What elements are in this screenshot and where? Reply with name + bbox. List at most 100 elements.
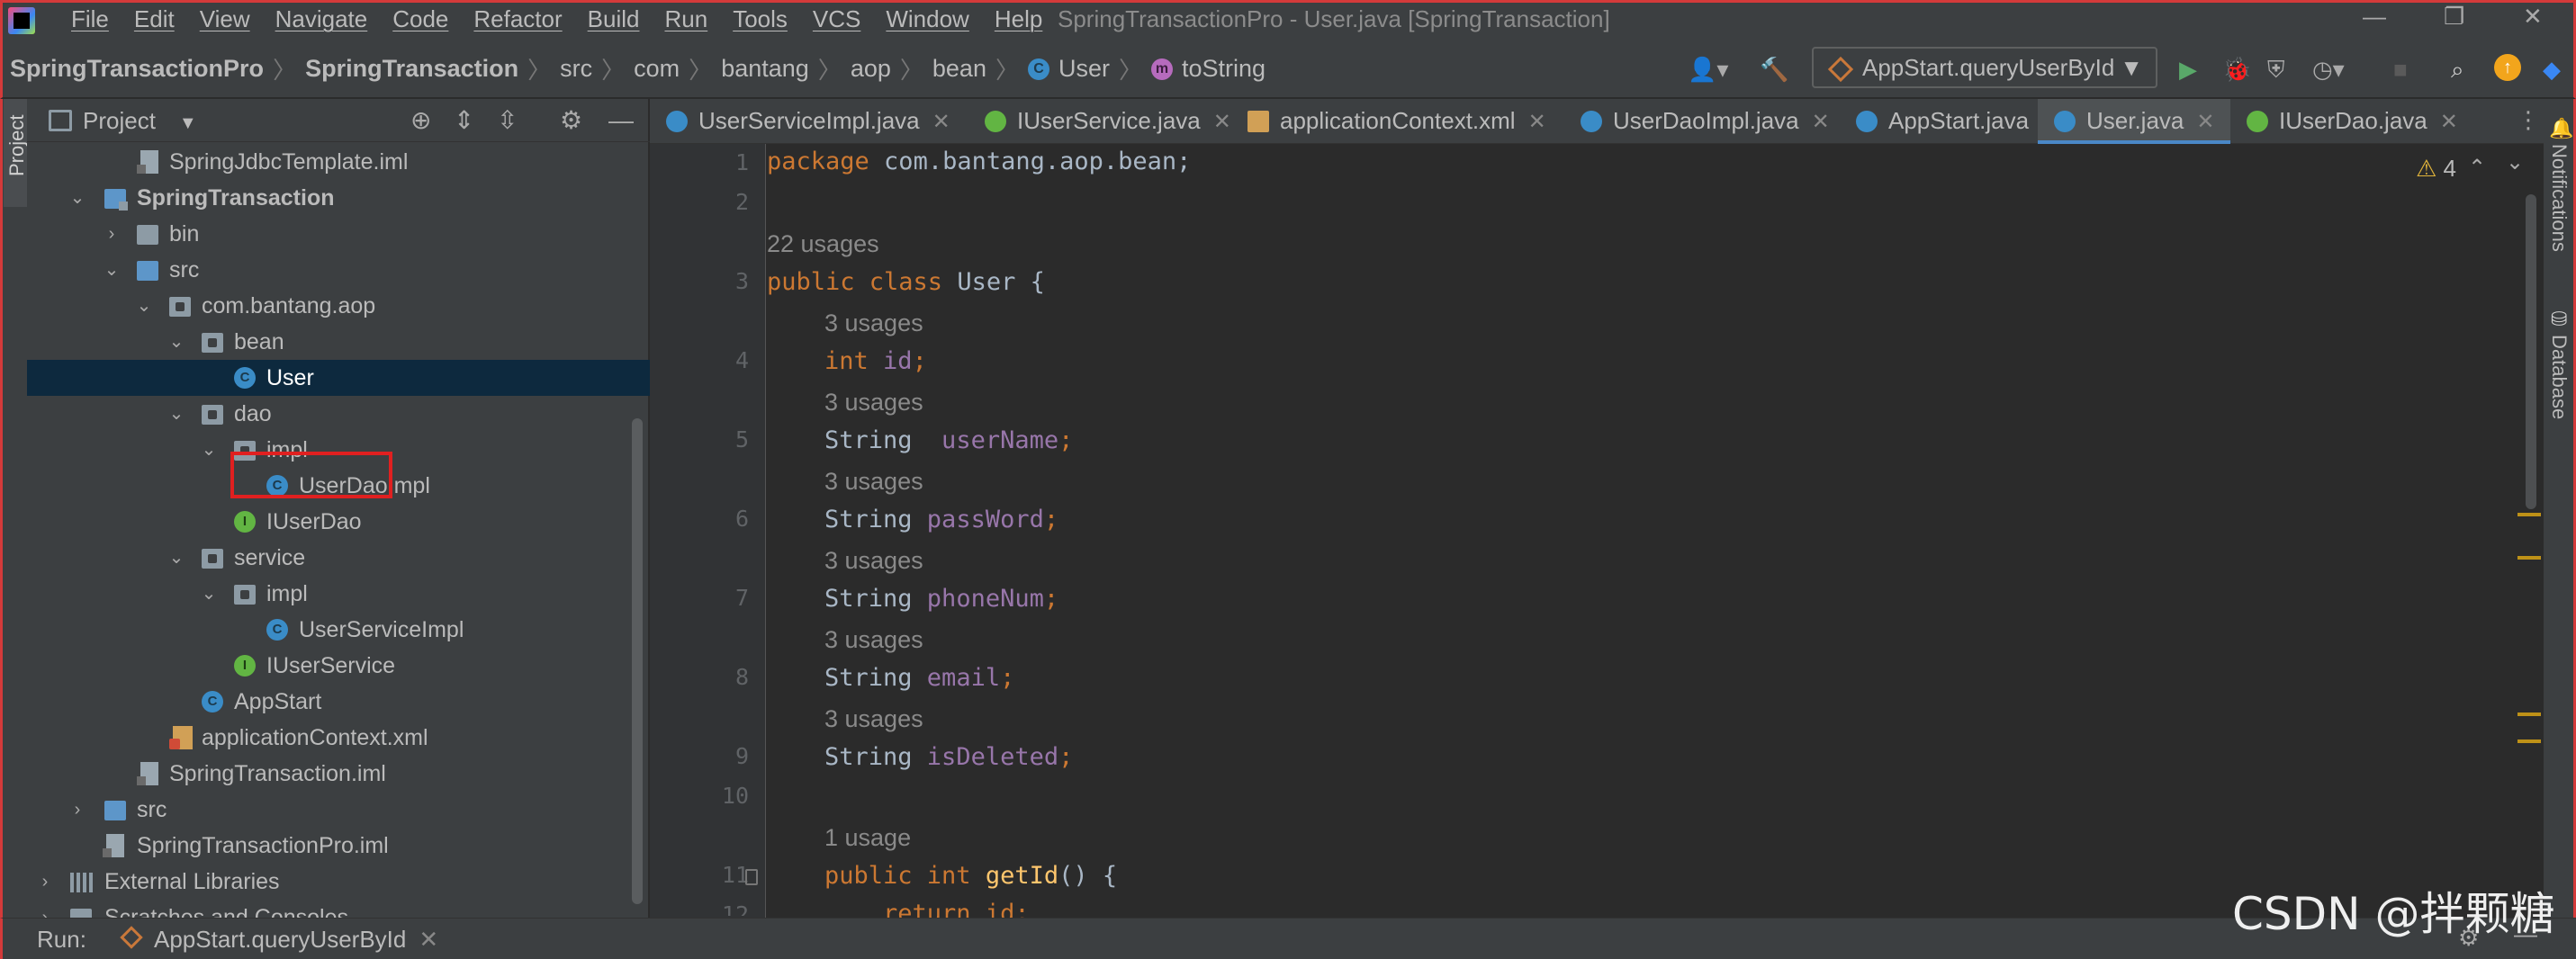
warning-stripe-marker[interactable] bbox=[2517, 713, 2541, 716]
tab-appstart[interactable]: AppStart.java✕ bbox=[1840, 99, 2059, 144]
menu-edit[interactable]: Edit bbox=[134, 5, 175, 33]
project-scrollbar[interactable] bbox=[632, 418, 643, 904]
tab-iuserservice[interactable]: IUserService.java ✕ bbox=[968, 99, 1231, 144]
tree-item-service-impl[interactable]: ⌄ impl bbox=[27, 576, 650, 612]
tab-userdaoimpl[interactable]: UserDaoImpl.java ✕ bbox=[1564, 99, 1840, 144]
collapse-all-icon[interactable]: ⇳ bbox=[497, 107, 518, 134]
menu-navigate[interactable]: Navigate bbox=[275, 5, 368, 33]
tree-item-applicationcontext-xml[interactable]: applicationContext.xml bbox=[27, 720, 650, 756]
expand-all-icon[interactable]: ⇕ bbox=[454, 107, 474, 134]
code-editor[interactable]: 1 2 3 4 5 6 7 8 9 10 11 12 package com.b… bbox=[650, 144, 2544, 918]
chevron-down-icon[interactable]: ⌄ bbox=[167, 396, 185, 432]
tree-item-user[interactable]: User bbox=[27, 360, 650, 396]
database-tool-button[interactable]: Database bbox=[2547, 335, 2571, 419]
more-tabs-icon[interactable]: ⋮ bbox=[2517, 106, 2540, 134]
tree-item-external-libraries[interactable]: › External Libraries bbox=[27, 864, 650, 900]
menu-help[interactable]: Help bbox=[995, 5, 1042, 33]
breadcrumb-src[interactable]: src bbox=[560, 55, 592, 83]
coverage-icon[interactable]: ⛨ bbox=[2267, 58, 2285, 81]
tree-item-service[interactable]: ⌄ service bbox=[27, 540, 650, 576]
tree-item-userserviceimpl[interactable]: UserServiceImpl bbox=[27, 612, 650, 648]
menu-tools[interactable]: Tools bbox=[733, 5, 788, 33]
tree-item-springtransaction-iml[interactable]: SpringTransaction.iml bbox=[27, 756, 650, 792]
warning-stripe-marker[interactable] bbox=[2517, 513, 2541, 516]
close-tab-icon[interactable]: ✕ bbox=[1528, 110, 1546, 134]
chevron-right-icon[interactable]: › bbox=[36, 864, 54, 900]
method-usages-hint[interactable]: 1 usage bbox=[824, 824, 911, 852]
user-account-icon[interactable]: 👤▾ bbox=[1688, 58, 1728, 81]
tree-item-springjdbctemplate-iml[interactable]: SpringJdbcTemplate.iml bbox=[27, 144, 650, 180]
menu-refactor[interactable]: Refactor bbox=[473, 5, 562, 33]
menu-run[interactable]: Run bbox=[664, 5, 707, 33]
menu-vcs[interactable]: VCS bbox=[813, 5, 860, 33]
tree-item-iuserservice[interactable]: IUserService bbox=[27, 648, 650, 684]
menu-code[interactable]: Code bbox=[392, 5, 448, 33]
run-configuration-select[interactable]: AppStart.queryUserById ▼ bbox=[1812, 47, 2157, 88]
menu-file[interactable]: File bbox=[71, 5, 109, 33]
menu-view[interactable]: View bbox=[200, 5, 250, 33]
chevron-down-icon[interactable]: ⌄ bbox=[135, 288, 153, 324]
warning-stripe-marker[interactable] bbox=[2517, 739, 2541, 743]
tree-item-appstart[interactable]: AppStart bbox=[27, 684, 650, 720]
notifications-tool-button[interactable]: Notifications bbox=[2547, 144, 2571, 252]
profiler-icon[interactable]: ◷▾ bbox=[2312, 58, 2345, 81]
run-tab[interactable]: AppStart.queryUserById ✕ bbox=[123, 926, 438, 954]
debug-icon[interactable]: 🐞 bbox=[2222, 58, 2251, 81]
tree-item-src-root[interactable]: › src bbox=[27, 792, 650, 828]
tab-userserviceimpl[interactable]: UserServiceImpl.java ✕ bbox=[650, 99, 950, 144]
project-tool-button[interactable]: Project bbox=[4, 99, 28, 207]
update-icon[interactable]: ↑ bbox=[2494, 54, 2521, 81]
database-icon[interactable]: ⛁ bbox=[2551, 308, 2567, 331]
menu-window[interactable]: Window bbox=[886, 5, 968, 33]
tree-item-dao[interactable]: ⌄ dao bbox=[27, 396, 650, 432]
gear-icon[interactable]: ⚙ bbox=[560, 107, 582, 134]
tree-item-springtransactionpro-iml[interactable]: SpringTransactionPro.iml bbox=[27, 828, 650, 864]
search-icon[interactable]: ⌕ bbox=[2451, 58, 2464, 81]
class-usages-hint[interactable]: 22 usages bbox=[767, 230, 879, 258]
tree-item-springtransaction[interactable]: ⌄ SpringTransaction bbox=[27, 180, 650, 216]
warning-stripe-marker[interactable] bbox=[2517, 556, 2541, 560]
chevron-down-icon[interactable]: ⌄ bbox=[68, 180, 86, 216]
field-usages-hint[interactable]: 3 usages bbox=[824, 389, 923, 417]
hide-panel-icon[interactable]: — bbox=[608, 107, 634, 134]
project-panel-title[interactable]: Project ▼ bbox=[83, 107, 197, 135]
close-tab-icon[interactable]: ✕ bbox=[419, 926, 438, 953]
chevron-right-icon[interactable]: › bbox=[68, 792, 86, 828]
field-usages-hint[interactable]: 3 usages bbox=[824, 309, 923, 337]
chevron-down-icon[interactable]: ⌄ bbox=[200, 576, 218, 612]
breadcrumb-module[interactable]: SpringTransaction bbox=[305, 55, 518, 83]
close-icon[interactable]: ✕ bbox=[2523, 3, 2543, 31]
build-hammer-icon[interactable]: 🔨 bbox=[1760, 58, 1788, 81]
chevron-down-icon[interactable]: ⌄ bbox=[103, 252, 121, 288]
breadcrumb-bean[interactable]: bean bbox=[932, 55, 986, 83]
breadcrumb-method[interactable]: m toString bbox=[1151, 55, 1265, 83]
close-tab-icon[interactable]: ✕ bbox=[2440, 110, 2458, 134]
breadcrumb-bantang[interactable]: bantang bbox=[721, 55, 809, 83]
bell-icon[interactable]: 🔔 bbox=[2549, 117, 2573, 140]
tree-item-src[interactable]: ⌄ src bbox=[27, 252, 650, 288]
tab-user-java[interactable]: User.java ✕ bbox=[2038, 99, 2230, 144]
close-tab-icon[interactable]: ✕ bbox=[932, 110, 950, 134]
chevron-right-icon[interactable]: › bbox=[103, 216, 121, 252]
menu-build[interactable]: Build bbox=[588, 5, 640, 33]
breadcrumb-project[interactable]: SpringTransactionPro bbox=[10, 55, 264, 83]
chevron-up-icon[interactable]: ⌃ bbox=[2468, 155, 2486, 181]
tree-item-bean[interactable]: ⌄ bean bbox=[27, 324, 650, 360]
field-usages-hint[interactable]: 3 usages bbox=[824, 705, 923, 733]
chevron-right-icon[interactable]: › bbox=[36, 900, 54, 918]
chevron-down-icon[interactable]: ⌄ bbox=[200, 432, 218, 468]
tree-item-bin[interactable]: › bin bbox=[27, 216, 650, 252]
inspection-widget[interactable]: ⚠ 4 bbox=[2416, 155, 2456, 183]
tree-item-iuserdao[interactable]: IUserDao bbox=[27, 504, 650, 540]
stop-icon[interactable]: ■ bbox=[2393, 58, 2408, 81]
tab-applicationcontext[interactable]: applicationContext.xml ✕ bbox=[1231, 99, 1564, 144]
breadcrumb-com[interactable]: com bbox=[634, 55, 680, 83]
minimize-icon[interactable]: — bbox=[2363, 3, 2386, 31]
chevron-down-icon[interactable]: ⌄ bbox=[167, 324, 185, 360]
field-usages-hint[interactable]: 3 usages bbox=[824, 626, 923, 654]
field-usages-hint[interactable]: 3 usages bbox=[824, 547, 923, 575]
chevron-down-icon[interactable]: ⌄ bbox=[2506, 149, 2524, 175]
tree-item-scratches[interactable]: › Scratches and Consoles bbox=[27, 900, 650, 918]
locate-file-icon[interactable]: ⊕ bbox=[410, 107, 431, 134]
run-icon[interactable]: ▶ bbox=[2179, 58, 2197, 81]
